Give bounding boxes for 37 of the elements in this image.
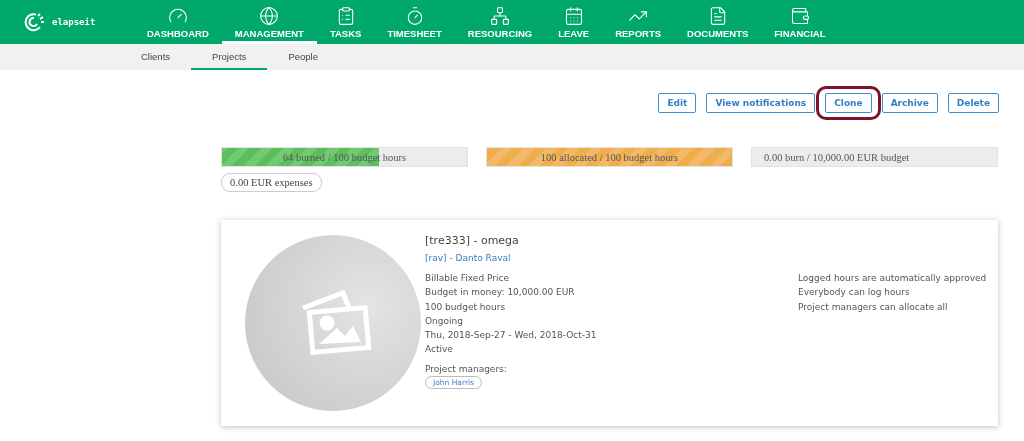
- nav-tab[interactable]: DASHBOARD: [134, 0, 222, 44]
- action-button[interactable]: Edit: [658, 93, 697, 113]
- project-setting: Logged hours are automatically approved: [798, 272, 988, 285]
- project-detail: 100 budget hours: [425, 300, 507, 314]
- client-link[interactable]: [rav] - Danto Raval: [425, 253, 798, 263]
- project-detail: Thu, 2018-Sep-27 - Wed, 2018-Oct-31: [425, 329, 598, 343]
- globe-icon: [259, 5, 280, 26]
- project-detail: Billable Fixed Price: [425, 272, 510, 285]
- wallet-icon: [789, 5, 810, 26]
- action-button[interactable]: Archive: [881, 93, 938, 113]
- project-detail: Budget in money: 10,000.00 EUR: [425, 286, 576, 300]
- managers-label: Project managers:: [425, 363, 508, 374]
- project-setting: Project managers can allocate all: [798, 300, 949, 314]
- nav-tab[interactable]: DOCUMENTS: [674, 0, 762, 44]
- nav-tab[interactable]: FINANCIAL: [761, 0, 839, 44]
- meter-label: 100 allocated / 100 budget hours: [539, 150, 680, 165]
- logo-icon: [22, 10, 46, 34]
- nav-tab[interactable]: LEAVE: [545, 0, 603, 44]
- action-button[interactable]: Clone: [825, 93, 872, 113]
- action-button[interactable]: Delete: [947, 93, 999, 113]
- subnav-tab[interactable]: Projects: [191, 44, 268, 70]
- project-setting: Everybody can log hours: [798, 286, 911, 300]
- meter-label: 0.00 burn / 10,000.00 EUR budget: [763, 150, 911, 165]
- nav-tab[interactable]: TIMESHEET: [374, 0, 455, 44]
- network-icon: [489, 5, 510, 26]
- expenses-badge: 0.00 EUR expenses: [221, 173, 322, 192]
- subnav-tab[interactable]: Clients: [120, 44, 192, 70]
- subnav-tab[interactable]: People: [267, 44, 339, 70]
- action-button[interactable]: View notifications: [706, 93, 816, 113]
- nav-tab[interactable]: REPORTS: [602, 0, 675, 44]
- logo-text: elapseit: [52, 17, 96, 27]
- calendar-icon: [563, 5, 584, 26]
- nav-tab[interactable]: RESOURCING: [454, 0, 546, 44]
- project-detail: Ongoing: [425, 314, 464, 328]
- nav-tab[interactable]: TASKS: [316, 0, 375, 44]
- project-detail: Active: [425, 343, 454, 357]
- project-title: [tre333] - omega: [425, 234, 520, 247]
